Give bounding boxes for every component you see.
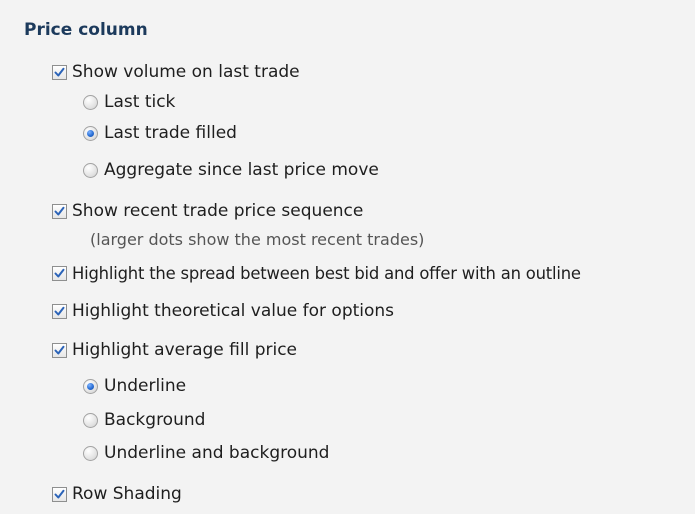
show-sequence-checkbox-row[interactable]: Show recent trade price sequence: [52, 200, 363, 222]
radio-label: Last tick: [104, 92, 176, 112]
checkbox-checked-icon[interactable]: [52, 342, 67, 358]
highlight-spread-checkbox-row[interactable]: Highlight the spread between best bid an…: [52, 262, 581, 284]
radio-unselected-icon[interactable]: [83, 412, 98, 428]
radio-unselected-icon[interactable]: [83, 94, 98, 110]
checkbox-checked-icon[interactable]: [52, 203, 67, 219]
avg-fill-option-underline[interactable]: Underline: [83, 375, 186, 397]
radio-label: Last trade filled: [104, 123, 237, 143]
show-sequence-label: Show recent trade price sequence: [72, 201, 364, 221]
radio-selected-icon[interactable]: [83, 378, 98, 394]
radio-selected-icon[interactable]: [83, 125, 98, 141]
radio-label: Underline: [104, 376, 187, 396]
checkbox-checked-icon[interactable]: [52, 64, 67, 80]
radio-label: Underline and background: [104, 443, 330, 463]
avg-fill-option-underline-and-background[interactable]: Underline and background: [83, 442, 329, 464]
highlight-theoretical-checkbox-row[interactable]: Highlight theoretical value for options: [52, 300, 394, 322]
radio-label: Background: [104, 410, 206, 430]
section-title: Price column: [24, 20, 148, 40]
checkbox-checked-icon[interactable]: [52, 303, 67, 319]
row-shading-label: Row Shading: [72, 484, 182, 504]
show-volume-label: Show volume on last trade: [72, 62, 300, 82]
radio-label: Aggregate since last price move: [104, 160, 379, 180]
checkbox-checked-icon[interactable]: [52, 265, 67, 281]
sequence-note: (larger dots show the most recent trades…: [90, 230, 425, 249]
checkbox-checked-icon[interactable]: [52, 486, 67, 502]
volume-option-last-trade-filled[interactable]: Last trade filled: [83, 122, 237, 144]
highlight-avg-fill-checkbox-row[interactable]: Highlight average fill price: [52, 339, 297, 361]
highlight-spread-label: Highlight the spread between best bid an…: [72, 263, 581, 283]
avg-fill-option-background[interactable]: Background: [83, 409, 205, 431]
radio-unselected-icon[interactable]: [83, 445, 98, 461]
row-shading-checkbox-row[interactable]: Row Shading: [52, 483, 182, 505]
price-column-settings-panel: Price column Show volume on last trade L…: [0, 0, 695, 514]
radio-unselected-icon[interactable]: [83, 162, 98, 178]
show-volume-checkbox-row[interactable]: Show volume on last trade: [52, 61, 300, 83]
volume-option-aggregate[interactable]: Aggregate since last price move: [83, 159, 379, 181]
volume-option-last-tick[interactable]: Last tick: [83, 91, 175, 113]
highlight-theoretical-label: Highlight theoretical value for options: [72, 301, 395, 321]
highlight-avg-fill-label: Highlight average fill price: [72, 340, 298, 360]
